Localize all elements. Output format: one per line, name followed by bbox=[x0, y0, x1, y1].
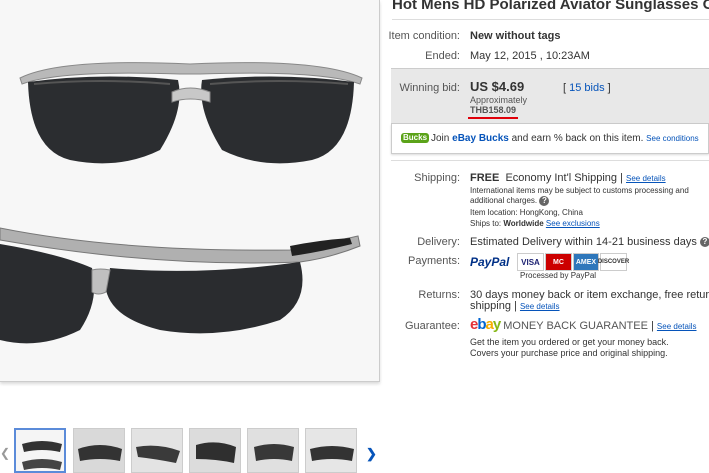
guarantee-details-link[interactable]: See details bbox=[657, 322, 697, 331]
ships-to-label: Ships to: bbox=[470, 219, 502, 228]
ships-to-value: Worldwide bbox=[503, 219, 544, 228]
payments-label: Payments: bbox=[408, 255, 460, 267]
ships-to: Ships to: Worldwide See exclusions bbox=[470, 219, 600, 228]
thumbnail[interactable] bbox=[189, 428, 241, 473]
returns-details-link[interactable]: See details bbox=[520, 302, 560, 311]
thumbnail-strip bbox=[0, 428, 380, 473]
thumbnail[interactable] bbox=[305, 428, 357, 473]
ended-value: May 12, 2015 , 10:23AM bbox=[470, 50, 590, 62]
divider bbox=[392, 19, 709, 20]
main-image-viewer[interactable] bbox=[0, 0, 380, 382]
bucks-earn: and earn % back on this item. bbox=[511, 133, 644, 144]
divider bbox=[391, 160, 709, 161]
condition-value: New without tags bbox=[470, 30, 561, 42]
shipping-note: International items may be subject to cu… bbox=[470, 186, 700, 206]
returns-label: Returns: bbox=[418, 289, 460, 301]
delivery-estimate: Estimated Delivery within 14-21 business… bbox=[470, 236, 697, 248]
ebay-bucks-link[interactable]: eBay Bucks bbox=[452, 133, 509, 144]
returns-line2: shipping | See details bbox=[470, 300, 560, 312]
bucks-text: Join eBay Bucks and earn % back on this … bbox=[431, 133, 699, 144]
condition-label: Item condition: bbox=[388, 30, 460, 42]
see-exclusions-link[interactable]: See exclusions bbox=[546, 219, 600, 228]
processed-by: Processed by PayPal bbox=[520, 271, 597, 280]
thumbnail[interactable] bbox=[73, 428, 125, 473]
shipping-value: FREE Economy Int'l Shipping | See detail… bbox=[470, 172, 666, 184]
help-icon[interactable]: ? bbox=[539, 196, 550, 206]
bid-price: US $4.69 bbox=[470, 79, 525, 94]
item-title: Hot Mens HD Polarized Aviator Sunglasses… bbox=[392, 0, 709, 13]
product-image bbox=[0, 0, 379, 381]
thumbnail[interactable] bbox=[247, 428, 299, 473]
bid-count: [ 15 bids ] bbox=[563, 82, 611, 94]
mastercard-logo: MC bbox=[545, 253, 572, 271]
shipping-details-link[interactable]: See details bbox=[626, 174, 666, 183]
returns-shipping: shipping bbox=[470, 300, 511, 312]
discover-logo: DISCOVER bbox=[598, 253, 629, 271]
guarantee-line1: Get the item you ordered or get your mon… bbox=[470, 337, 669, 347]
help-icon[interactable]: ? bbox=[699, 237, 709, 248]
converted-price: THB158.09 bbox=[470, 105, 517, 115]
separator: | bbox=[514, 300, 517, 312]
shipping-method: Economy Int'l Shipping bbox=[505, 172, 618, 184]
customs-note: International items may be subject to cu… bbox=[470, 186, 689, 206]
bucks-join: Join bbox=[431, 133, 450, 144]
ended-label: Ended: bbox=[425, 50, 460, 62]
shipping-label: Shipping: bbox=[414, 172, 460, 184]
paypal-logo: PayPal bbox=[470, 255, 510, 269]
winning-bid-label: Winning bid: bbox=[399, 82, 460, 94]
ebay-logo: ebay bbox=[470, 316, 501, 333]
see-conditions-link[interactable]: See conditions bbox=[646, 134, 698, 143]
money-back-guarantee: MONEY BACK GUARANTEE bbox=[503, 320, 648, 332]
guarantee-header: ebay MONEY BACK GUARANTEE | See details bbox=[470, 316, 697, 333]
bids-link[interactable]: 15 bids bbox=[569, 82, 604, 94]
amex-logo: AMEX bbox=[573, 253, 599, 271]
thumbnail[interactable] bbox=[14, 428, 66, 473]
visa-logo: VISA bbox=[517, 253, 544, 271]
chevron-right-icon[interactable]: ❯ bbox=[366, 446, 377, 462]
bracket: ] bbox=[607, 82, 611, 94]
guarantee-label: Guarantee: bbox=[404, 320, 460, 332]
winning-bid-panel bbox=[391, 68, 709, 124]
separator: | bbox=[620, 172, 623, 184]
approx-label: Approximately bbox=[470, 95, 528, 105]
delivery-value: Estimated Delivery within 14-21 business… bbox=[470, 236, 709, 248]
free-shipping: FREE bbox=[470, 172, 500, 184]
red-underline bbox=[468, 117, 518, 119]
thumbnail[interactable] bbox=[131, 428, 183, 473]
guarantee-line2: Covers your purchase price and original … bbox=[470, 348, 668, 358]
bucks-badge: Bucks bbox=[401, 133, 430, 143]
separator: | bbox=[651, 320, 654, 332]
bracket: [ bbox=[563, 82, 567, 94]
item-location: Item location: HongKong, China bbox=[470, 208, 583, 217]
delivery-label: Delivery: bbox=[417, 236, 460, 248]
